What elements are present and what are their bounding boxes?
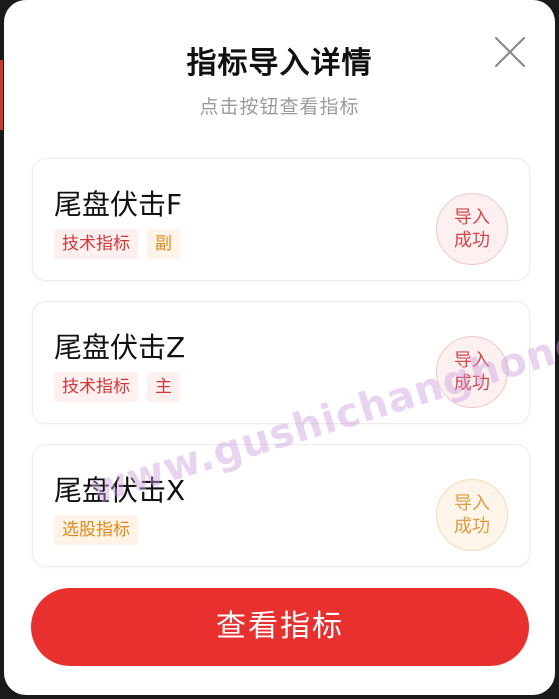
import-details-dialog: 指标导入详情 点击按钮查看指标 尾盘伏击F 技术指标 副 导入 成功 尾盘伏击Z… — [4, 0, 555, 695]
indicator-card[interactable]: 尾盘伏击Z 技术指标 主 导入 成功 — [32, 301, 530, 424]
indicator-tags: 技术指标 副 — [54, 229, 180, 259]
stamp-line-2: 成功 — [454, 516, 490, 537]
tag-indicator-chart: 副 — [147, 229, 180, 259]
indicator-name: 尾盘伏击F — [54, 188, 183, 221]
close-icon — [494, 36, 526, 68]
indicator-card[interactable]: 尾盘伏击F 技术指标 副 导入 成功 — [32, 158, 530, 281]
dialog-subtitle: 点击按钮查看指标 — [199, 96, 360, 118]
stamp-line-2: 成功 — [454, 230, 490, 251]
view-indicators-button[interactable]: 查看指标 — [31, 588, 529, 666]
stamp-line-1: 导入 — [454, 350, 490, 371]
stamp-line-1: 导入 — [454, 207, 490, 228]
indicator-tags: 技术指标 主 — [54, 372, 180, 402]
tag-indicator-chart: 主 — [147, 372, 180, 402]
tag-indicator-type: 技术指标 — [54, 372, 138, 402]
background-edge — [0, 60, 3, 130]
tag-indicator-type: 选股指标 — [54, 515, 138, 545]
dialog-title: 指标导入详情 — [186, 46, 373, 81]
close-button[interactable] — [492, 34, 528, 70]
indicator-name: 尾盘伏击X — [54, 474, 186, 507]
import-success-stamp: 导入 成功 — [436, 336, 508, 408]
indicator-name: 尾盘伏击Z — [54, 331, 186, 364]
indicator-tags: 选股指标 — [54, 515, 138, 545]
import-success-stamp: 导入 成功 — [436, 193, 508, 265]
import-success-stamp: 导入 成功 — [436, 479, 508, 551]
stamp-line-1: 导入 — [454, 493, 490, 514]
indicator-card[interactable]: 尾盘伏击X 选股指标 导入 成功 — [32, 444, 530, 567]
tag-indicator-type: 技术指标 — [54, 229, 138, 259]
stamp-line-2: 成功 — [454, 373, 490, 394]
